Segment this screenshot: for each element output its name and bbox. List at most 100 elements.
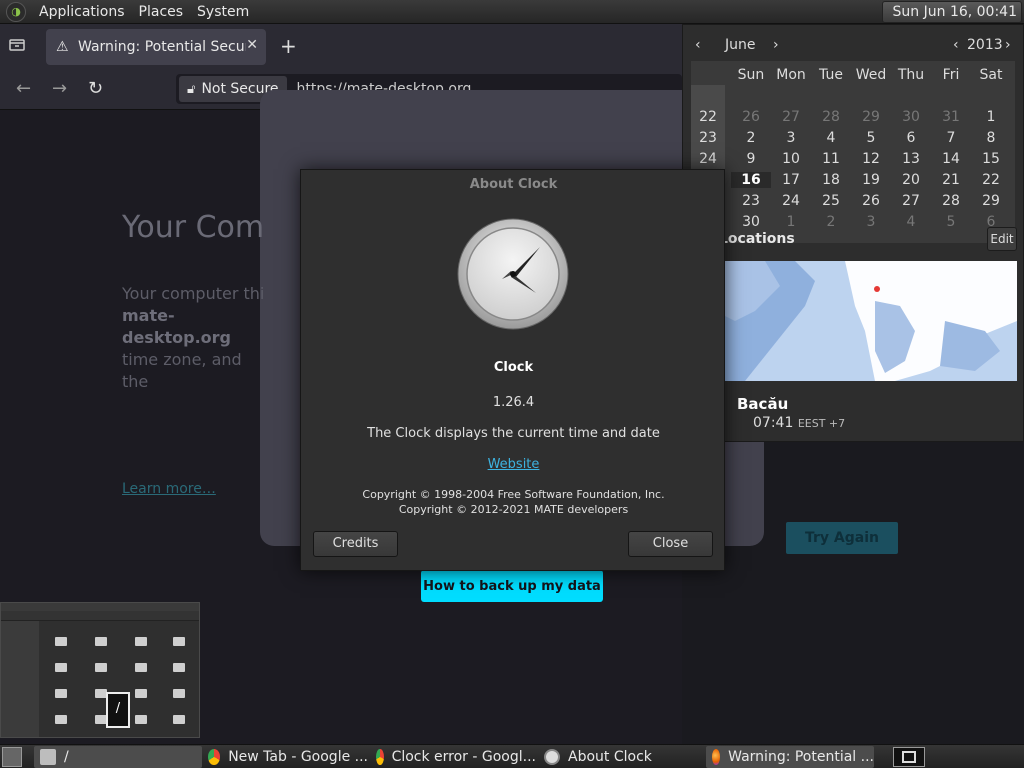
calendar-day[interactable]: 2 [811, 214, 851, 230]
calendar-day[interactable]: 9 [731, 151, 771, 167]
prev-year-icon[interactable]: ‹ [953, 37, 959, 53]
calendar-day[interactable]: 31 [931, 109, 971, 125]
calendar-day[interactable]: 22 [971, 172, 1011, 188]
calendar-day[interactable]: 26 [731, 109, 771, 125]
calendar-day[interactable]: 7 [931, 130, 971, 146]
calendar-grid: Sun Mon Tue Wed Thu Fri Sat 22 26 27 28 29 30… [691, 61, 1015, 243]
website-link[interactable]: Website [301, 457, 726, 472]
calendar-day[interactable]: 15 [971, 151, 1011, 167]
preview-folder-icon [55, 663, 67, 672]
preview-toolbar [1, 611, 199, 621]
preview-folder-icon [135, 689, 147, 698]
weekday-header-row: Sun Mon Tue Wed Thu Fri Sat [691, 65, 1015, 86]
calendar-day[interactable]: 4 [891, 214, 931, 230]
calendar-day[interactable]: 12 [851, 151, 891, 167]
calendar-day[interactable]: 26 [851, 193, 891, 209]
calendar-day[interactable]: 14 [931, 151, 971, 167]
calendar-day[interactable]: 28 [811, 109, 851, 125]
clock-icon [544, 749, 560, 765]
menu-places[interactable]: Places [132, 4, 191, 20]
calendar-day[interactable]: 28 [931, 193, 971, 209]
calendar-day[interactable]: 10 [771, 151, 811, 167]
calendar-week-row: 2516171819202122 [691, 170, 1015, 191]
taskbar-item-firefox[interactable]: Warning: Potential ... [706, 746, 874, 768]
taskbar-item-folder[interactable]: / [34, 746, 202, 768]
try-again-button[interactable]: Try Again [786, 522, 898, 554]
calendar-day[interactable]: 1 [971, 109, 1011, 125]
calendar-day[interactable]: 17 [771, 172, 811, 188]
world-map [725, 261, 1017, 381]
location-name[interactable]: Bacău [737, 395, 788, 413]
workspace-window-icon [902, 751, 916, 763]
mate-logo-icon[interactable]: ◑ [6, 1, 26, 22]
error-domain: mate-desktop.org [122, 306, 231, 347]
calendar-day[interactable]: 16 [731, 172, 771, 188]
copyright-line-1: Copyright © 1998-2004 Free Software Foun… [362, 488, 665, 501]
show-desktop-icon[interactable] [2, 747, 22, 767]
workspace-preview[interactable] [0, 602, 200, 738]
calendar-day[interactable]: 18 [811, 172, 851, 188]
menu-applications[interactable]: Applications [32, 4, 132, 20]
calendar-day[interactable]: 3 [771, 130, 811, 146]
close-button[interactable]: Close [628, 531, 713, 557]
taskbar-item-newtab[interactable]: New Tab - Google ... [202, 746, 368, 768]
taskbar-item-about-clock[interactable]: About Clock [538, 746, 704, 768]
calendar-day[interactable]: 23 [731, 193, 771, 209]
calendar-day[interactable]: 2 [731, 130, 771, 146]
calendar-day[interactable]: 29 [971, 193, 1011, 209]
calendar-day[interactable]: 30 [731, 214, 771, 230]
preview-folder-icon [173, 663, 185, 672]
taskbar-label: Clock error - Googl... [391, 749, 536, 765]
calendar-day[interactable]: 13 [891, 151, 931, 167]
about-clock-dialog: About Clock Clock 1.26.4 The Clock displ… [300, 169, 725, 571]
weekday-label: Mon [776, 67, 806, 83]
calendar-day[interactable]: 11 [811, 151, 851, 167]
taskbar-item-clock-error[interactable]: Clock error - Googl... [370, 746, 536, 768]
dialog-title: About Clock [469, 177, 558, 192]
calendar-day[interactable]: 27 [891, 193, 931, 209]
calendar-day[interactable]: 21 [931, 172, 971, 188]
locations-label[interactable]: Locations [719, 231, 795, 247]
calendar-day[interactable]: 24 [771, 193, 811, 209]
calendar-day[interactable]: 20 [891, 172, 931, 188]
panel-clock[interactable]: Sun Jun 16, 00:41 [882, 1, 1022, 23]
clock-logo-icon [457, 218, 569, 330]
location-timezone: EEST +7 [797, 417, 846, 430]
calendar-day[interactable]: 3 [851, 214, 891, 230]
prev-month-icon[interactable]: ‹ [695, 37, 701, 53]
copyright-text: Copyright © 1998-2004 Free Software Foun… [301, 487, 726, 517]
next-year-icon[interactable]: › [1005, 37, 1011, 53]
calendar-day[interactable]: 25 [811, 193, 851, 209]
reload-icon[interactable]: ↻ [88, 78, 103, 99]
preview-folder-icon [55, 637, 67, 646]
new-tab-icon[interactable]: + [280, 34, 297, 58]
credits-button[interactable]: Credits [313, 531, 398, 557]
calendar-day[interactable]: 4 [811, 130, 851, 146]
tab-warning[interactable]: ⚠ Warning: Potential Security Risk Ahead… [46, 29, 266, 65]
calendar-day[interactable]: 5 [851, 130, 891, 146]
workspace-switcher[interactable] [893, 747, 925, 767]
back-icon[interactable]: ← [16, 78, 31, 99]
calendar-day[interactable]: 1 [771, 214, 811, 230]
forward-icon[interactable]: → [52, 78, 67, 99]
calendar-day[interactable]: 6 [891, 130, 931, 146]
calendar-day[interactable]: 8 [971, 130, 1011, 146]
calendar-day[interactable]: 30 [891, 109, 931, 125]
calendar-day[interactable]: 27 [771, 109, 811, 125]
close-tab-icon[interactable]: ✕ [246, 37, 258, 53]
warning-icon: ⚠ [56, 39, 69, 55]
preview-sidebar [1, 621, 39, 737]
desktop: ◑ Applications Places System Sun Jun 16,… [0, 0, 1024, 768]
tab-list-icon[interactable] [8, 36, 30, 56]
next-month-icon[interactable]: › [773, 37, 779, 53]
learn-more-link[interactable]: Learn more… [122, 481, 216, 497]
year-label: 2013 [967, 37, 1003, 53]
calendar-day[interactable]: 19 [851, 172, 891, 188]
edit-locations-button[interactable]: Edit [987, 227, 1017, 251]
calendar-day[interactable]: 5 [931, 214, 971, 230]
menu-system[interactable]: System [190, 4, 256, 20]
error-text-line1: Your computer thi [122, 284, 265, 303]
preview-folder-icon [173, 637, 185, 646]
calendar-day[interactable]: 29 [851, 109, 891, 125]
backup-data-button[interactable]: How to back up my data [421, 570, 603, 602]
